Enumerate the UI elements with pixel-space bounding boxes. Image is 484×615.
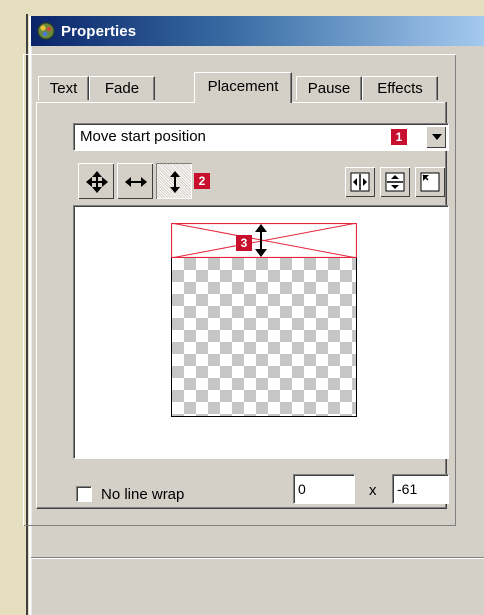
position-y-input[interactable] [392, 474, 449, 504]
callout-badge-3: 3 [236, 235, 252, 251]
move-both-icon [86, 171, 108, 193]
tab-text[interactable]: Text [38, 76, 89, 100]
move-horizontal-button[interactable] [117, 163, 153, 199]
move-vertical-button[interactable] [156, 163, 192, 199]
center-vertical-button[interactable] [380, 167, 410, 197]
title-bar[interactable]: Properties [31, 16, 484, 46]
window-title: Properties [61, 22, 137, 40]
align-top-left-icon [420, 172, 440, 192]
position-x-input[interactable] [293, 474, 355, 504]
tab-placement[interactable]: Placement [194, 72, 292, 103]
move-horizontal-icon [125, 177, 147, 187]
tab-effects[interactable]: Effects [362, 76, 438, 100]
callout-badge-2: 2 [194, 173, 210, 189]
start-position-box[interactable]: 3 [170, 222, 358, 259]
position-separator: x [369, 482, 377, 499]
properties-app-icon [37, 22, 55, 40]
tab-pause[interactable]: Pause [296, 76, 362, 100]
vertical-drag-cursor-icon [255, 224, 267, 257]
placement-mode-dropdown[interactable]: Move start position 1 [73, 123, 449, 151]
align-top-left-button[interactable] [415, 167, 445, 197]
center-horizontal-button[interactable] [345, 167, 375, 197]
center-horizontal-icon [350, 172, 370, 192]
placement-mode-value: Move start position [80, 128, 206, 145]
transparent-layer-preview [171, 257, 357, 417]
move-vertical-icon [170, 171, 180, 193]
callout-badge-1: 1 [391, 129, 407, 145]
no-line-wrap-checkbox[interactable] [76, 486, 92, 502]
tab-fade[interactable]: Fade [89, 76, 155, 100]
move-both-button[interactable] [78, 163, 114, 199]
no-line-wrap-label: No line wrap [101, 486, 185, 503]
center-vertical-icon [385, 172, 405, 192]
dropdown-arrow-button[interactable] [426, 126, 446, 148]
dialog-separator [31, 557, 484, 559]
